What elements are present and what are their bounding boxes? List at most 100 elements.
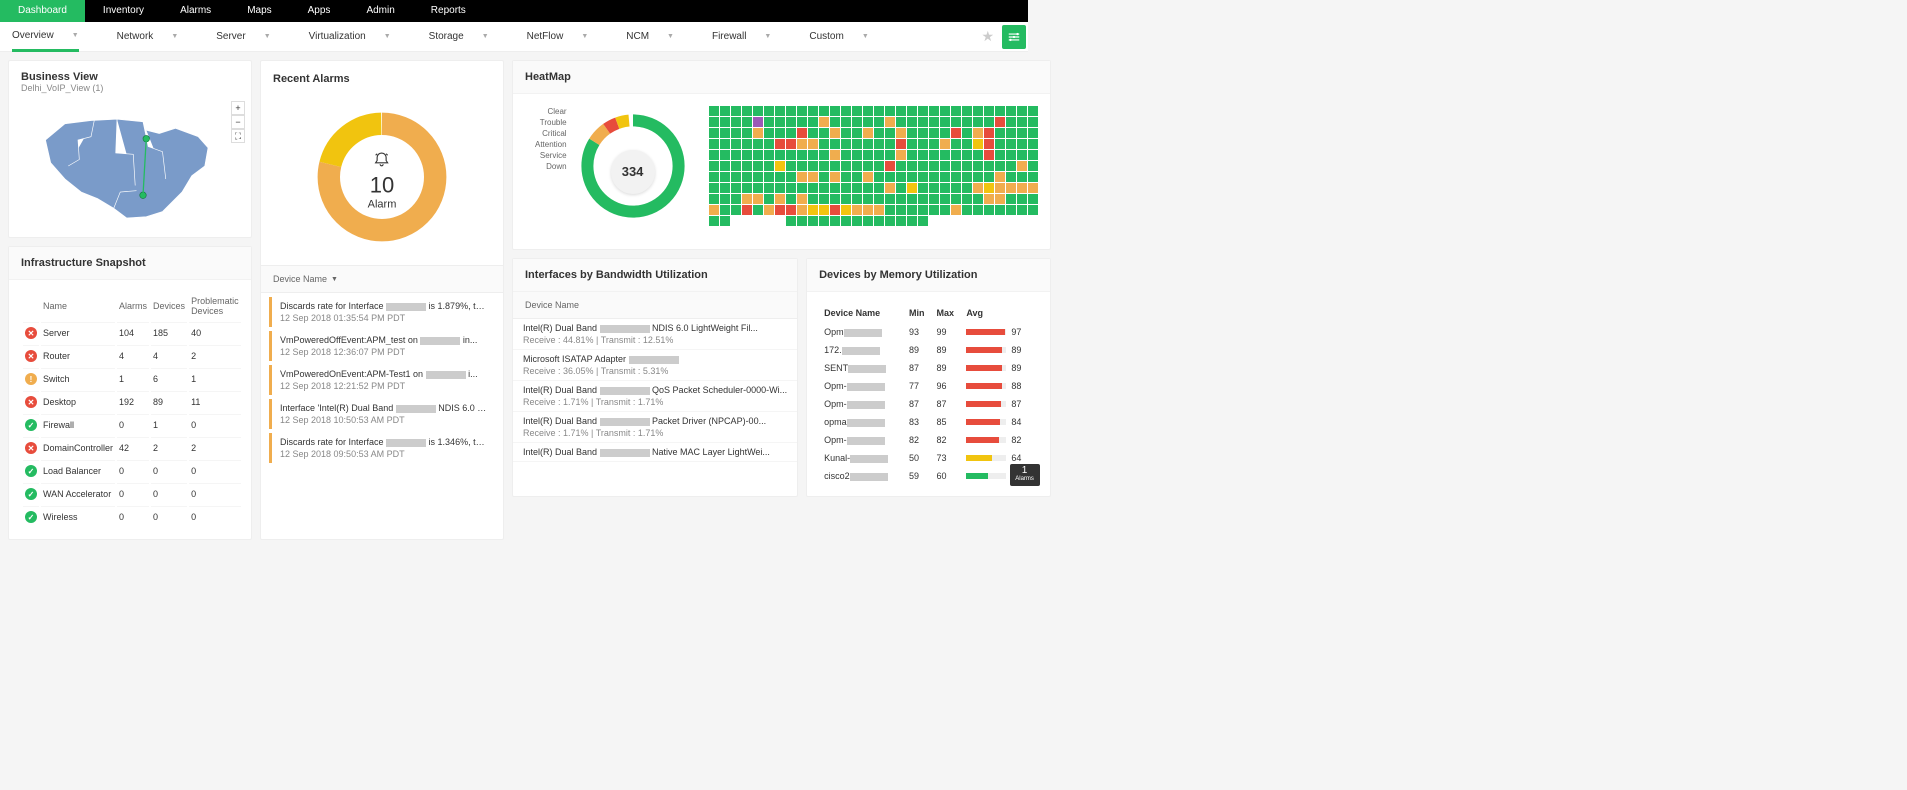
heatmap-cell[interactable]: [797, 150, 807, 160]
heatmap-cell[interactable]: [1028, 150, 1038, 160]
heatmap-cell[interactable]: [984, 128, 994, 138]
heatmap-cell[interactable]: [753, 216, 763, 226]
heatmap-cell[interactable]: [753, 183, 763, 193]
heatmap-cell[interactable]: [929, 106, 939, 116]
heatmap-cell[interactable]: [808, 117, 818, 127]
heatmap-cell[interactable]: [819, 128, 829, 138]
subnav-custom[interactable]: Custom▼: [809, 22, 868, 52]
heatmap-cell[interactable]: [852, 161, 862, 171]
fullscreen-button[interactable]: ⛶: [231, 129, 245, 143]
heatmap-cell[interactable]: [951, 161, 961, 171]
table-row[interactable]: ✓Firewall010: [23, 414, 241, 435]
heatmap-cell[interactable]: [962, 139, 972, 149]
heatmap-cell[interactable]: [852, 205, 862, 215]
heatmap-cell[interactable]: [742, 227, 752, 237]
heatmap-cell[interactable]: [731, 216, 741, 226]
subnav-ncm[interactable]: NCM▼: [626, 22, 674, 52]
heatmap-cell[interactable]: [1028, 106, 1038, 116]
heatmap-cell[interactable]: [709, 183, 719, 193]
heatmap-cell[interactable]: [764, 150, 774, 160]
heatmap-cell[interactable]: [1017, 172, 1027, 182]
heatmap-cell[interactable]: [863, 194, 873, 204]
heatmap-cell[interactable]: [819, 161, 829, 171]
heatmap-cell[interactable]: [1006, 106, 1016, 116]
heatmap-cell[interactable]: [808, 172, 818, 182]
heatmap-cell[interactable]: [962, 150, 972, 160]
settings-action[interactable]: [1002, 25, 1026, 49]
heatmap-cell[interactable]: [841, 106, 851, 116]
heatmap-cell[interactable]: [775, 183, 785, 193]
heatmap-cell[interactable]: [995, 128, 1005, 138]
infra-header[interactable]: [23, 292, 39, 320]
heatmap-cell[interactable]: [775, 117, 785, 127]
alarm-float[interactable]: 1 Alarms: [1010, 464, 1040, 486]
heatmap-cell[interactable]: [929, 194, 939, 204]
heatmap-cell[interactable]: [962, 172, 972, 182]
heatmap-cell[interactable]: [830, 117, 840, 127]
heatmap-cell[interactable]: [819, 106, 829, 116]
heatmap-cell[interactable]: [1006, 150, 1016, 160]
heatmap-cell[interactable]: [808, 150, 818, 160]
heatmap-cell[interactable]: [841, 194, 851, 204]
heatmap-cell[interactable]: [962, 205, 972, 215]
heatmap-cell[interactable]: [731, 194, 741, 204]
table-row[interactable]: Opm-8282 82: [821, 432, 1035, 448]
heatmap-cell[interactable]: [1006, 194, 1016, 204]
table-row[interactable]: ✕Desktop1928911: [23, 391, 241, 412]
heatmap-cell[interactable]: [786, 150, 796, 160]
heatmap-cell[interactable]: [940, 216, 950, 226]
heatmap-cell[interactable]: [896, 150, 906, 160]
heatmap-cell[interactable]: [896, 216, 906, 226]
heatmap-cell[interactable]: [918, 150, 928, 160]
heatmap-cell[interactable]: [929, 161, 939, 171]
heatmap-cell[interactable]: [753, 205, 763, 215]
heatmap-cell[interactable]: [1028, 128, 1038, 138]
heatmap-cell[interactable]: [830, 183, 840, 193]
heatmap-cell[interactable]: [918, 172, 928, 182]
heatmap-cell[interactable]: [720, 172, 730, 182]
heatmap-cell[interactable]: [1028, 194, 1038, 204]
heatmap-cell[interactable]: [731, 128, 741, 138]
heatmap-cell[interactable]: [797, 183, 807, 193]
heatmap-cell[interactable]: [852, 150, 862, 160]
heatmap-cell[interactable]: [720, 161, 730, 171]
heatmap-cell[interactable]: [797, 205, 807, 215]
heatmap-cell[interactable]: [863, 139, 873, 149]
heatmap-cell[interactable]: [808, 161, 818, 171]
heatmap-cell[interactable]: [973, 106, 983, 116]
heatmap-cell[interactable]: [885, 128, 895, 138]
heatmap-cell[interactable]: [786, 183, 796, 193]
heatmap-cell[interactable]: [896, 183, 906, 193]
table-row[interactable]: Kunal-5073 64: [821, 450, 1035, 466]
heatmap-cell[interactable]: [984, 139, 994, 149]
heatmap-cell[interactable]: [808, 183, 818, 193]
heatmap-cell[interactable]: [841, 183, 851, 193]
heatmap-cell[interactable]: [841, 128, 851, 138]
heatmap-cell[interactable]: [885, 161, 895, 171]
heatmap-cell[interactable]: [951, 216, 961, 226]
heatmap-grid[interactable]: [709, 106, 1038, 237]
heatmap-cell[interactable]: [819, 139, 829, 149]
heatmap-cell[interactable]: [951, 139, 961, 149]
heatmap-cell[interactable]: [786, 139, 796, 149]
heatmap-cell[interactable]: [962, 183, 972, 193]
heatmap-cell[interactable]: [742, 161, 752, 171]
heatmap-cell[interactable]: [885, 172, 895, 182]
heatmap-cell[interactable]: [874, 183, 884, 193]
heatmap-cell[interactable]: [742, 183, 752, 193]
interface-item[interactable]: Intel(R) Dual Band Packet Driver (NPCAP)…: [513, 412, 797, 443]
heatmap-cell[interactable]: [786, 117, 796, 127]
heatmap-cell[interactable]: [984, 172, 994, 182]
heatmap-cell[interactable]: [1006, 139, 1016, 149]
heatmap-cell[interactable]: [885, 216, 895, 226]
heatmap-cell[interactable]: [962, 106, 972, 116]
heatmap-cell[interactable]: [973, 216, 983, 226]
heatmap-cell[interactable]: [940, 172, 950, 182]
heatmap-cell[interactable]: [1006, 216, 1016, 226]
heatmap-cell[interactable]: [742, 117, 752, 127]
heatmap-cell[interactable]: [940, 183, 950, 193]
heatmap-cell[interactable]: [720, 205, 730, 215]
heatmap-cell[interactable]: [918, 139, 928, 149]
heatmap-cell[interactable]: [896, 172, 906, 182]
heatmap-cell[interactable]: [918, 205, 928, 215]
